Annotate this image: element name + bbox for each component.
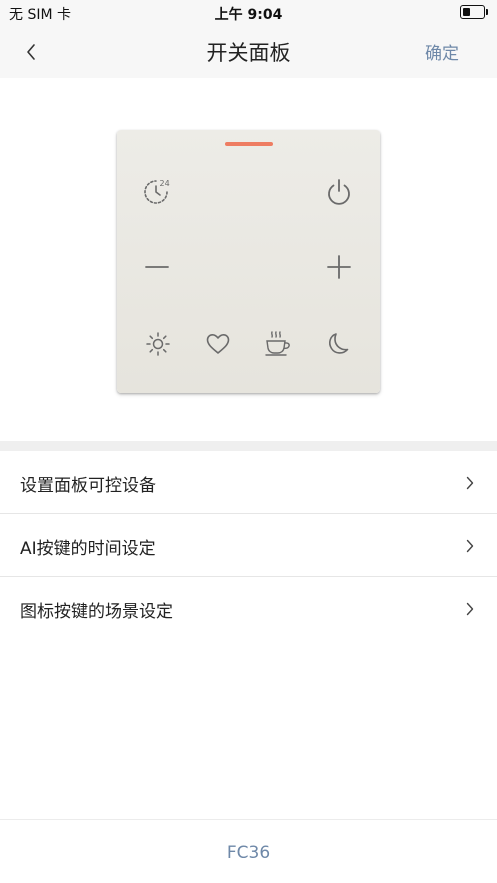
- menu-item-controllable-devices[interactable]: 设置面板可控设备: [0, 451, 497, 514]
- panel-timer-button[interactable]: 24: [137, 172, 177, 212]
- navigation-bar: 开关面板 确定: [0, 26, 497, 78]
- panel-minus-button[interactable]: [137, 247, 177, 287]
- battery-icon: [460, 5, 485, 19]
- menu-item-label: AI按键的时间设定: [20, 539, 156, 559]
- page-title: 开关面板: [206, 41, 291, 65]
- plus-icon: [327, 255, 351, 279]
- sun-icon: [146, 332, 170, 356]
- timer-value-label: 24: [160, 179, 170, 188]
- menu-item-label: 设置面板可控设备: [20, 476, 156, 496]
- status-time: 上午 9:04: [214, 7, 283, 23]
- chevron-right-icon: [466, 602, 474, 616]
- panel-sun-button[interactable]: [138, 324, 178, 364]
- power-icon: [328, 179, 350, 205]
- panel-plus-button[interactable]: [319, 247, 359, 287]
- battery-tip: [486, 9, 488, 15]
- menu-item-icon-key-scene[interactable]: 图标按键的场景设定: [0, 577, 497, 640]
- chevron-right-icon: [466, 476, 474, 490]
- panel-power-button[interactable]: [319, 172, 359, 212]
- footer-divider: [0, 819, 497, 820]
- switch-panel-preview: 24: [117, 130, 380, 393]
- moon-icon: [329, 333, 349, 354]
- device-model-label: FC36: [226, 843, 271, 863]
- panel-heart-button[interactable]: [198, 324, 238, 364]
- battery-level: [463, 8, 470, 16]
- panel-moon-button[interactable]: [318, 324, 358, 364]
- coffee-icon: [265, 331, 290, 356]
- section-divider: [0, 441, 497, 451]
- chevron-right-icon: [466, 539, 474, 553]
- status-bar: 无 SIM 卡 上午 9:04: [0, 0, 497, 26]
- panel-coffee-button[interactable]: [258, 324, 298, 364]
- timer-icon: 24: [144, 179, 170, 204]
- minus-icon: [145, 266, 169, 268]
- menu-item-ai-key-time[interactable]: AI按键的时间设定: [0, 514, 497, 577]
- confirm-button[interactable]: 确定: [425, 39, 459, 64]
- panel-indicator-light: [225, 142, 273, 146]
- heart-icon: [206, 334, 230, 354]
- menu-item-label: 图标按键的场景设定: [20, 602, 173, 622]
